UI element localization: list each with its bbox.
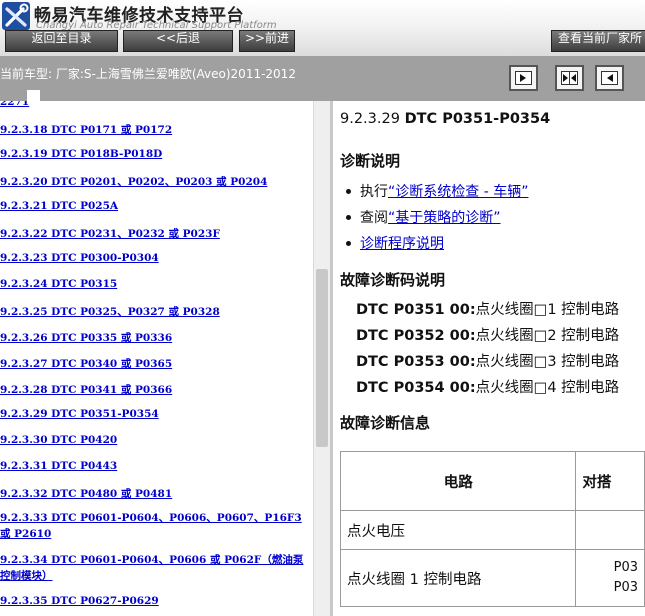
split-view-icon <box>561 71 578 85</box>
bullet-icon <box>346 240 351 246</box>
bullet-icon <box>346 188 351 194</box>
diagnostic-info-table: 电路 对搭 点火电压 点火线圈 1 控制电路 P03 P03 <box>339 451 645 607</box>
toc-pane: 2271 9.2.3.18 DTC P0171 或 P0172 9.2.3.19… <box>0 101 313 616</box>
diagnostic-info-heading: 故障诊断信息 <box>340 414 431 432</box>
dtc-line: DTC P0354 00:点火线圈□4 控制电路 <box>356 380 620 396</box>
table-row: 点火线圈 1 控制电路 P03 P03 <box>339 549 645 607</box>
section-title: 9.2.3.29 DTC P0351-P0354 <box>340 111 550 127</box>
dtc-line: DTC P0351 00:点火线圈□1 控制电路 <box>356 302 620 318</box>
toc-link[interactable]: 9.2.3.27 DTC P0340 或 P0365 <box>0 356 172 371</box>
toc-link-current[interactable]: 9.2.3.29 DTC P0351-P0354 <box>0 408 159 420</box>
toc-link[interactable]: 9.2.3.21 DTC P025A <box>0 200 118 212</box>
toc-link[interactable]: 9.2.3.18 DTC P0171 或 P0172 <box>0 122 172 137</box>
split-pane-button[interactable] <box>555 65 584 91</box>
app-header: 畅易汽车维修技术支持平台 Changyi Auto Repair Technic… <box>0 0 645 56</box>
scrollbar-thumb[interactable] <box>316 269 328 447</box>
bullet-item: 查阅“基于策略的诊断” <box>346 207 501 227</box>
table-cell <box>575 510 645 550</box>
back-button[interactable]: <<后退 <box>123 30 233 52</box>
show-left-pane-button[interactable] <box>509 65 538 91</box>
section-title-text: DTC P0351-P0354 <box>404 111 551 127</box>
toc-link[interactable]: 9.2.3.35 DTC P0627-P0629 <box>0 595 159 607</box>
table-cell: P03 P03 <box>575 549 645 607</box>
wrench-screwdriver-logo-icon <box>2 2 30 30</box>
table-cell: 点火线圈 1 控制电路 <box>339 549 577 607</box>
toc-link[interactable]: 9.2.3.24 DTC P0315 <box>0 278 117 290</box>
toc-link[interactable]: 9.2.3.26 DTC P0335 或 P0336 <box>0 330 172 345</box>
strategy-based-diagnosis-link[interactable]: “基于策略的诊断” <box>388 210 501 226</box>
dtc-line: DTC P0352 00:点火线圈□2 控制电路 <box>356 328 620 344</box>
toc-link[interactable]: 9.2.3.34 DTC P0601-P0604、P0606 或 P062F（燃… <box>0 552 305 584</box>
diagnostic-system-check-link[interactable]: “诊断系统检查 - 车辆” <box>388 184 528 200</box>
diagnostic-description-heading: 诊断说明 <box>340 152 401 170</box>
toc-link[interactable]: 9.2.3.33 DTC P0601-P0604、P0606、P0607、P16… <box>0 510 305 542</box>
section-number: 9.2.3.29 <box>340 111 400 127</box>
vehicle-bar: 当前车型: 厂家:S-上海雪佛兰爱唯欧(Aveo)2011-2012 <box>0 56 645 103</box>
forward-button[interactable]: >>前进 <box>239 30 295 52</box>
toc-link[interactable]: 9.2.3.22 DTC P0231、P0232 或 P023F <box>0 226 220 241</box>
table-header-cell: 电路 <box>339 451 577 511</box>
panel-left-icon <box>515 71 532 85</box>
toc-link-partial[interactable]: 2271 <box>0 101 29 108</box>
table-header-cell: 对搭 <box>575 451 645 511</box>
current-vehicle-label: 当前车型: 厂家:S-上海雪佛兰爱唯欧(Aveo)2011-2012 <box>0 67 296 81</box>
toc-link[interactable]: 9.2.3.31 DTC P0443 <box>0 460 117 472</box>
show-right-pane-button[interactable] <box>595 65 624 91</box>
toc-link[interactable]: 9.2.3.20 DTC P0201、P0202、P0203 或 P0204 <box>0 174 267 189</box>
toc-link[interactable]: 9.2.3.25 DTC P0325、P0327 或 P0328 <box>0 304 220 319</box>
toc-link[interactable]: 9.2.3.32 DTC P0480 或 P0481 <box>0 486 172 501</box>
toc-link[interactable]: 9.2.3.19 DTC P018B-P018D <box>0 148 162 160</box>
table-header-row: 电路 对搭 <box>339 451 645 511</box>
panel-right-icon <box>601 71 618 85</box>
diagnostic-procedure-link[interactable]: 诊断程序说明 <box>360 236 444 252</box>
bullet-icon <box>346 214 351 220</box>
toc-link[interactable]: 9.2.3.23 DTC P0300-P0304 <box>0 252 159 264</box>
bullet-item: 执行“诊断系统检查 - 车辆” <box>346 181 528 201</box>
table-row: 点火电压 <box>339 510 645 550</box>
document-pane: 9.2.3.29 DTC P0351-P0354 诊断说明 执行“诊断系统检查 … <box>333 101 645 616</box>
back-to-contents-button[interactable]: 返回至目录 <box>5 30 118 52</box>
bullet-item: 诊断程序说明 <box>346 233 444 253</box>
dtc-line: DTC P0353 00:点火线圈□3 控制电路 <box>356 354 620 370</box>
view-manufacturer-button[interactable]: 查看当前厂家所 <box>551 30 645 52</box>
toc-link[interactable]: 9.2.3.30 DTC P0420 <box>0 434 117 446</box>
toc-scrollbar[interactable] <box>313 101 330 616</box>
table-cell: 点火电压 <box>339 510 577 550</box>
toc-link[interactable]: 9.2.3.28 DTC P0341 或 P0366 <box>0 382 172 397</box>
dtc-description-heading: 故障诊断码说明 <box>340 271 446 289</box>
